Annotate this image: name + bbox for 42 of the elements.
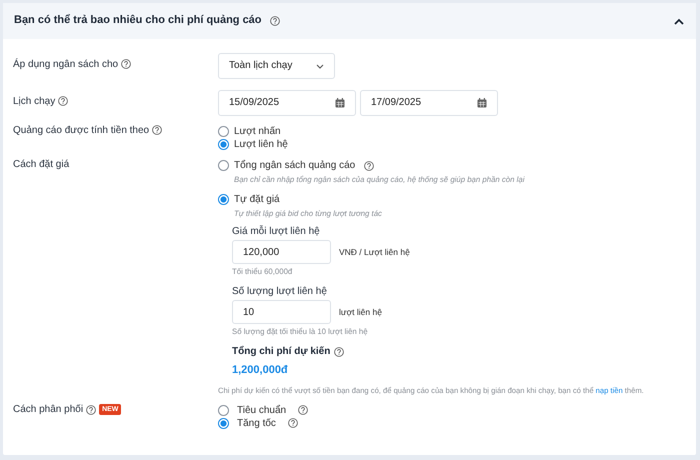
collapse-chevron-icon[interactable] [674, 18, 684, 24]
help-icon[interactable] [334, 346, 344, 357]
help-icon[interactable] [121, 59, 132, 69]
select-field[interactable]: Toàn lịch chạy [218, 53, 335, 79]
caret-icon [316, 64, 324, 68]
date-field[interactable]: 15/09/2025 [218, 90, 356, 116]
help-icon[interactable] [288, 418, 298, 428]
section-title: Bạn có thể trả bao nhiêu cho chi phí quảng cáo [14, 14, 262, 28]
help-icon[interactable] [364, 160, 374, 170]
unit-label: VNĐ / Lượt liên hệ [339, 246, 410, 258]
help-icon[interactable] [298, 405, 308, 416]
date-field[interactable]: 17/09/2025 [360, 90, 498, 116]
total-amount: 1,200,000đ [232, 364, 289, 377]
field-label: Áp dụng ngân sách cho [13, 59, 118, 71]
calendar-icon[interactable] [335, 98, 345, 108]
field-label: Giá mỗi lượt liên hệ [232, 226, 321, 238]
help-icon[interactable] [58, 96, 68, 106]
radio-button[interactable] [218, 404, 229, 416]
input-field[interactable]: 10 [232, 300, 331, 324]
radio-button[interactable] [218, 418, 229, 429]
input-field[interactable]: 120,000 [232, 240, 331, 264]
radio-button[interactable] [218, 139, 229, 150]
field-label: Số lượng lượt liên hệ [232, 286, 328, 298]
field-label: Lịch chạy [13, 96, 56, 108]
calendar-icon[interactable] [477, 98, 487, 108]
option-label: Tăng tốc [237, 416, 276, 430]
option-label: Tổng ngân sách quảng cáo [234, 159, 356, 172]
field-label: Cách phân phối [13, 404, 84, 416]
unit-label: lượt liên hệ [339, 307, 382, 318]
field-label: Quảng cáo được tính tiền theo [13, 125, 150, 137]
radio-button[interactable] [218, 126, 229, 137]
total-label: Tổng chi phí dự kiến [232, 346, 330, 358]
option-label: Lượt liên hệ [234, 138, 288, 151]
field-label: Cách đặt giá [13, 159, 70, 171]
option-label: Tự đặt giá [234, 193, 280, 206]
help-icon[interactable] [270, 16, 280, 26]
option-label: Tiêu chuẩn [237, 404, 286, 417]
option-label: Lượt nhấn [234, 125, 281, 138]
help-icon[interactable] [86, 404, 96, 415]
help-icon[interactable] [152, 125, 162, 135]
radio-button[interactable] [218, 194, 229, 205]
radio-button[interactable] [218, 160, 229, 171]
